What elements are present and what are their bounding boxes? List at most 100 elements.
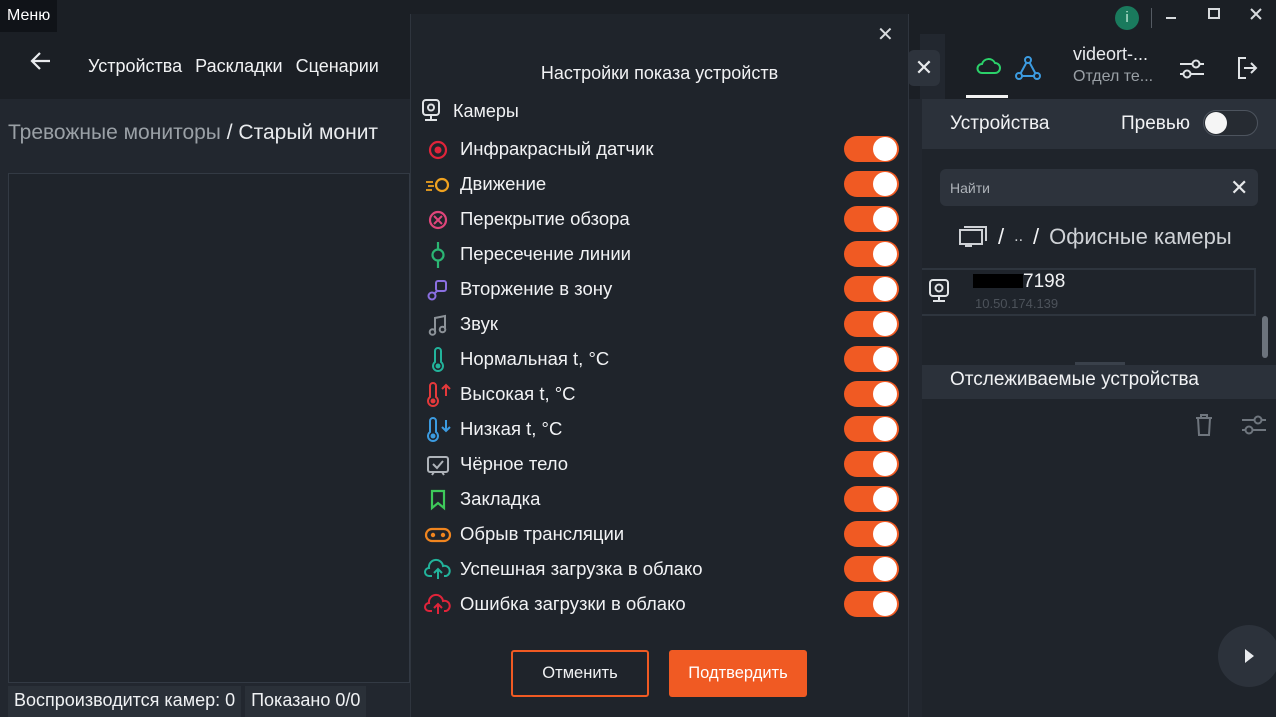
event-option-toggle[interactable]: [844, 521, 899, 547]
temp-normal-icon: [424, 347, 452, 373]
path-up[interactable]: ..: [1014, 228, 1023, 246]
folder-monitor-icon[interactable]: [958, 224, 988, 250]
header-close-icon[interactable]: ✕: [908, 50, 940, 86]
shown-count: Показано 0/0: [245, 686, 367, 717]
modal-close-icon[interactable]: ✕: [877, 22, 894, 47]
confirm-button[interactable]: Подтвердить: [669, 650, 807, 697]
nav-scenarios[interactable]: Сценарии: [296, 56, 379, 77]
motion-icon: [424, 172, 452, 198]
preview-toggle-knob: [1205, 112, 1227, 134]
toggle-knob: [873, 487, 897, 511]
settings-sliders-icon[interactable]: [1178, 56, 1206, 87]
user-name[interactable]: videort-...: [1073, 44, 1148, 65]
cameras-section-label: Камеры: [453, 100, 519, 121]
playing-count: Воспроизводится камер: 0: [8, 686, 242, 717]
event-option-row: Чёрное тело: [424, 451, 904, 479]
nav-devices[interactable]: Устройства: [88, 56, 182, 77]
event-option-row: Перекрытие обзора: [424, 206, 904, 234]
event-option-toggle[interactable]: [844, 136, 899, 162]
path-separator: /: [998, 224, 1005, 249]
menu-button[interactable]: Меню: [0, 0, 58, 32]
event-option-toggle[interactable]: [844, 381, 899, 407]
bookmark-icon: [424, 487, 452, 513]
preview-toggle[interactable]: [1203, 110, 1258, 136]
event-option-row: Успешная загрузка в облако: [424, 556, 904, 584]
toggle-knob: [873, 557, 897, 581]
play-arrow-icon: [1245, 649, 1254, 663]
cancel-button[interactable]: Отменить: [511, 650, 649, 697]
cameras-section: Камеры: [421, 98, 519, 124]
event-option-toggle[interactable]: [844, 486, 899, 512]
user-department: Отдел те...: [1073, 68, 1154, 85]
cloud-upload-error-icon: [424, 592, 452, 618]
event-option-label: Закладка: [460, 488, 541, 509]
event-option-toggle[interactable]: [844, 311, 899, 337]
event-option-row: Обрыв трансляции: [424, 521, 904, 549]
event-option-row: Пересечение линии: [424, 241, 904, 269]
tab-hierarchy[interactable]: [1014, 55, 1042, 86]
event-option-row: Звук: [424, 311, 904, 339]
minimize-icon[interactable]: [1157, 5, 1185, 29]
info-icon[interactable]: i: [1115, 6, 1139, 30]
hierarchy-icon: [1015, 56, 1041, 80]
event-option-row: Вторжение в зону: [424, 276, 904, 304]
toggle-knob: [873, 417, 897, 441]
folder-name: Офисные камеры: [1049, 224, 1232, 249]
toggle-knob: [873, 592, 897, 616]
event-option-toggle[interactable]: [844, 241, 899, 267]
event-option-toggle[interactable]: [844, 451, 899, 477]
device-name-suffix: 7198: [1023, 271, 1066, 292]
event-option-row: Низкая t, °C: [424, 416, 904, 444]
filter-sliders-icon[interactable]: [1240, 413, 1268, 442]
event-option-label: Пересечение линии: [460, 243, 632, 264]
path-separator-2: /: [1033, 224, 1040, 249]
toggle-knob: [873, 522, 897, 546]
event-option-label: Движение: [460, 173, 547, 194]
event-option-toggle[interactable]: [844, 171, 899, 197]
event-option-label: Перекрытие обзора: [460, 208, 630, 229]
folder-path: / .. / Офисные камеры: [958, 224, 1232, 250]
title-divider: [1151, 8, 1152, 28]
event-option-label: Успешная загрузка в облако: [460, 558, 703, 579]
tab-cloud[interactable]: [966, 52, 1008, 98]
device-search: ✕: [940, 169, 1258, 206]
event-option-toggle[interactable]: [844, 276, 899, 302]
preview-label: Превью: [1121, 113, 1191, 134]
maximize-icon[interactable]: [1200, 5, 1228, 29]
toggle-knob: [873, 312, 897, 336]
event-option-toggle[interactable]: [844, 346, 899, 372]
back-arrow-icon[interactable]: [28, 48, 54, 81]
event-option-toggle[interactable]: [844, 416, 899, 442]
infrared-icon: [424, 137, 452, 163]
toggle-knob: [873, 382, 897, 406]
line-crossing-icon: [424, 242, 452, 268]
search-input[interactable]: [940, 169, 1220, 206]
expand-panel-button[interactable]: [1218, 625, 1276, 687]
event-option-toggle[interactable]: [844, 206, 899, 232]
camera-icon: [928, 278, 950, 309]
monitored-title: Отслеживаемые устройства: [950, 369, 1199, 390]
clear-search-icon[interactable]: ✕: [1230, 175, 1248, 201]
toggle-knob: [873, 172, 897, 196]
modal-title: Настройки показа устройств: [540, 63, 779, 83]
logout-icon[interactable]: [1236, 55, 1258, 86]
nav-layouts[interactable]: Раскладки: [195, 56, 282, 77]
temp-high-icon: [424, 382, 452, 408]
trash-icon[interactable]: [1193, 413, 1215, 442]
monitor-workspace: [8, 173, 410, 683]
event-option-toggle[interactable]: [844, 591, 899, 617]
event-option-toggle[interactable]: [844, 556, 899, 582]
sound-icon: [424, 312, 452, 338]
breadcrumb-parent[interactable]: Тревожные мониторы: [8, 121, 221, 144]
tab-active-underline: [966, 95, 1008, 98]
window-close-icon[interactable]: [1242, 5, 1270, 29]
event-option-label: Высокая t, °C: [460, 383, 576, 404]
device-ip: 10.50.174.139: [975, 296, 1059, 311]
breadcrumb: Тревожные мониторы / Старый монит: [8, 121, 378, 145]
event-option-label: Инфракрасный датчик: [460, 138, 654, 159]
toggle-knob: [873, 277, 897, 301]
view-blocked-icon: [424, 207, 452, 233]
event-option-row: Инфракрасный датчик: [424, 136, 904, 164]
event-option-label: Вторжение в зону: [460, 278, 613, 299]
scrollbar-thumb[interactable]: [1262, 316, 1268, 358]
